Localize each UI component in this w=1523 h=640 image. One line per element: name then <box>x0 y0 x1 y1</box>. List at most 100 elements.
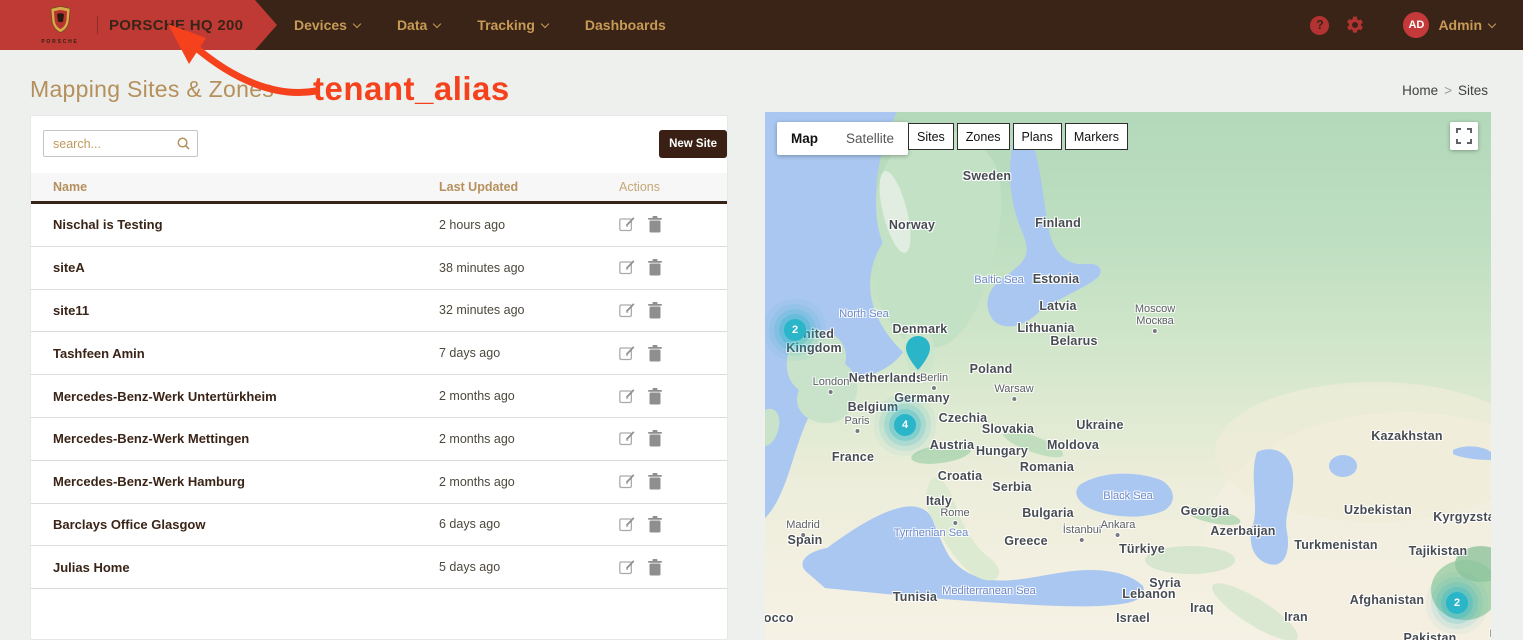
row-actions <box>619 302 727 319</box>
table-row-barclays-office-glasgow: Barclays Office Glasgow6 days ago <box>31 504 727 547</box>
porsche-wordmark: PORSCHE <box>41 39 78 45</box>
breadcrumb-home[interactable]: Home <box>1402 83 1438 98</box>
site-name: Mercedes-Benz-Werk Hamburg <box>53 474 439 489</box>
cluster-marker-2[interactable]: 2 <box>784 319 806 341</box>
brand-section[interactable]: PORSCHE PORSCHE HQ 200 <box>0 0 277 50</box>
map-layer-button-markers[interactable]: Markers <box>1065 123 1128 150</box>
search-icon <box>177 137 190 150</box>
tenant-alias-label: PORSCHE HQ 200 <box>109 17 243 34</box>
edit-icon[interactable] <box>619 516 636 533</box>
nav-item-data[interactable]: Data <box>397 17 440 33</box>
edit-icon[interactable] <box>619 302 636 319</box>
site-last-updated: 5 days ago <box>439 560 619 574</box>
trash-icon[interactable] <box>648 259 662 276</box>
column-header-last-updated: Last Updated <box>439 180 619 194</box>
sites-toolbar: New Site <box>31 116 727 173</box>
nav-item-devices[interactable]: Devices <box>294 17 360 33</box>
site-last-updated: 2 months ago <box>439 389 619 403</box>
site-name: Mercedes-Benz-Werk Untertürkheim <box>53 389 439 404</box>
chevron-down-icon <box>541 19 549 27</box>
map-layer-buttons: SitesZonesPlansMarkers <box>908 123 1128 150</box>
table-row-julias-home: Julias Home5 days ago <box>31 546 727 589</box>
column-header-actions: Actions <box>619 180 727 194</box>
map-layer-button-plans[interactable]: Plans <box>1013 123 1062 150</box>
table-row-nischal-is-testing: Nischal is Testing2 hours ago <box>31 204 727 247</box>
gear-icon[interactable] <box>1345 15 1365 35</box>
chevron-down-icon <box>1488 19 1496 27</box>
site-name: Tashfeen Amin <box>53 346 439 361</box>
user-menu-label: Admin <box>1438 17 1482 33</box>
table-row-mercedes-benz-werk-mettingen: Mercedes-Benz-Werk Mettingen2 months ago <box>31 418 727 461</box>
cluster-marker-2[interactable]: 2 <box>1446 592 1468 614</box>
site-last-updated: 6 days ago <box>439 517 619 531</box>
table-row-mercedes-benz-werk-untert-rkheim: Mercedes-Benz-Werk Untertürkheim2 months… <box>31 375 727 418</box>
site-last-updated: 2 months ago <box>439 432 619 446</box>
search-input[interactable] <box>44 137 177 151</box>
trash-icon[interactable] <box>648 216 662 233</box>
table-row-site11: site1132 minutes ago <box>31 290 727 333</box>
trash-icon[interactable] <box>648 473 662 490</box>
edit-icon[interactable] <box>619 345 636 362</box>
site-last-updated: 32 minutes ago <box>439 303 619 317</box>
row-actions <box>619 259 727 276</box>
map-type-satellite-button[interactable]: Satellite <box>832 122 908 155</box>
help-icon[interactable]: ? <box>1310 16 1329 35</box>
site-pin-marker[interactable] <box>905 336 931 370</box>
avatar[interactable]: AD <box>1403 12 1429 38</box>
site-last-updated: 38 minutes ago <box>439 261 619 275</box>
table-row-mercedes-benz-werk-hamburg: Mercedes-Benz-Werk Hamburg2 months ago <box>31 461 727 504</box>
porsche-logo: PORSCHE <box>30 6 90 45</box>
navbar-right: ? AD Admin <box>1310 12 1495 38</box>
site-last-updated: 2 months ago <box>439 475 619 489</box>
map-type-map-button[interactable]: Map <box>777 122 832 155</box>
sites-panel: New Site Name Last Updated Actions Nisch… <box>30 115 728 640</box>
site-name: Barclays Office Glasgow <box>53 517 439 532</box>
site-name: site11 <box>53 303 439 318</box>
row-actions <box>619 345 727 362</box>
table-row-tashfeen-amin: Tashfeen Amin7 days ago <box>31 332 727 375</box>
map-type-control: Map Satellite <box>777 122 908 155</box>
map-layer-button-zones[interactable]: Zones <box>957 123 1010 150</box>
table-row-sitea: siteA38 minutes ago <box>31 247 727 290</box>
nav-item-dashboards[interactable]: Dashboards <box>585 17 666 33</box>
cluster-marker-4[interactable]: 4 <box>894 414 916 436</box>
row-actions <box>619 430 727 447</box>
porsche-crest-icon <box>50 6 71 38</box>
edit-icon[interactable] <box>619 430 636 447</box>
fullscreen-icon[interactable] <box>1450 122 1478 150</box>
breadcrumb-separator: > <box>1444 83 1452 98</box>
edit-icon[interactable] <box>619 216 636 233</box>
trash-icon[interactable] <box>648 302 662 319</box>
nav-item-label: Tracking <box>477 17 535 33</box>
row-actions <box>619 559 727 576</box>
new-site-button[interactable]: New Site <box>659 130 727 158</box>
map-layer-button-sites[interactable]: Sites <box>908 123 954 150</box>
site-name: Julias Home <box>53 560 439 575</box>
edit-icon[interactable] <box>619 473 636 490</box>
breadcrumb: Home > Sites <box>1402 83 1488 98</box>
edit-icon[interactable] <box>619 559 636 576</box>
trash-icon[interactable] <box>648 388 662 405</box>
edit-icon[interactable] <box>619 388 636 405</box>
user-menu[interactable]: Admin <box>1438 17 1495 33</box>
sites-table-body: Nischal is Testing2 hours agositeA38 min… <box>31 204 727 589</box>
site-name: Mercedes-Benz-Werk Mettingen <box>53 431 439 446</box>
map-panel[interactable]: SwedenNorwayFinlandEstoniaLatviaLithuani… <box>765 112 1491 640</box>
map-canvas <box>765 112 1491 640</box>
breadcrumb-sites: Sites <box>1458 83 1488 98</box>
trash-icon[interactable] <box>648 345 662 362</box>
nav-item-tracking[interactable]: Tracking <box>477 17 548 33</box>
nav-item-label: Devices <box>294 17 347 33</box>
edit-icon[interactable] <box>619 259 636 276</box>
trash-icon[interactable] <box>648 516 662 533</box>
sites-table-header: Name Last Updated Actions <box>31 173 727 204</box>
site-last-updated: 7 days ago <box>439 346 619 360</box>
row-actions <box>619 473 727 490</box>
trash-icon[interactable] <box>648 559 662 576</box>
trash-icon[interactable] <box>648 430 662 447</box>
row-actions <box>619 216 727 233</box>
tenant-alias-annotation: tenant_alias <box>313 70 510 108</box>
column-header-name: Name <box>53 180 439 194</box>
site-name: siteA <box>53 260 439 275</box>
brand-divider <box>97 16 98 34</box>
